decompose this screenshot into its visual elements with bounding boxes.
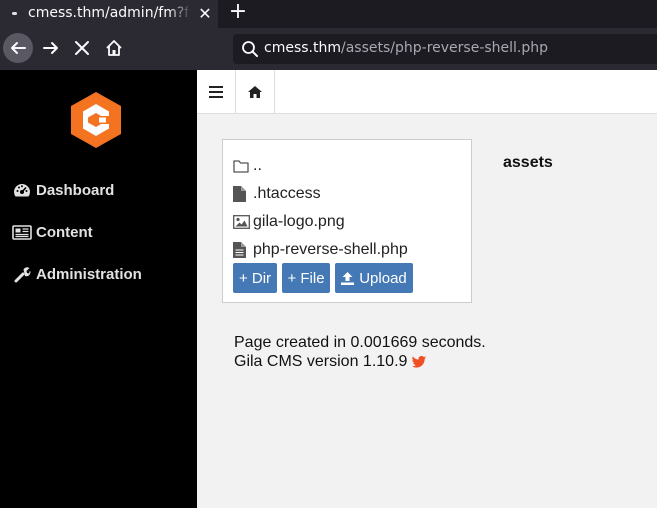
image-file-icon: [233, 215, 251, 229]
page-timing-text: Page created in 0.001669 seconds.: [234, 334, 486, 351]
url-bar[interactable]: cmess.thm/assets/php-reverse-shell.php: [233, 34, 657, 64]
cms-version-text: Gila CMS version 1.10.9: [234, 353, 427, 371]
url-host: cmess.thm: [264, 40, 341, 56]
file-icon: [233, 186, 251, 202]
forward-button[interactable]: [36, 33, 66, 63]
home-button[interactable]: [99, 33, 129, 63]
arrow-right-icon: [43, 42, 58, 54]
file-entry-name: ..: [253, 157, 262, 174]
close-icon[interactable]: ✕: [195, 4, 215, 24]
folder-icon: [233, 159, 251, 173]
sidebar-item-label: Dashboard: [36, 181, 115, 199]
upload-label: Upload: [359, 269, 407, 287]
browser-tab[interactable]: cmess.thm/admin/fm?f=assets ✕: [0, 0, 218, 28]
file-entry-php-reverse-shell[interactable]: php-reverse-shell.php: [233, 239, 408, 261]
tab-title-fade: [168, 0, 192, 28]
search-icon: [242, 41, 258, 57]
file-entry-name: gila-logo.png: [253, 213, 345, 230]
twitter-bird-icon[interactable]: [412, 356, 427, 368]
admin-sidebar: Dashboard Content Administration: [0, 70, 197, 508]
folder-title: assets: [503, 154, 553, 171]
url-path: /assets/php-reverse-shell.php: [341, 40, 549, 56]
file-manager-panel: .. .htaccess gila-logo.png php-reverse-s…: [222, 139, 472, 303]
new-file-button[interactable]: + File: [282, 263, 330, 293]
sidebar-item-label: Content: [36, 223, 93, 241]
menu-toggle-button[interactable]: [197, 70, 236, 113]
file-entry-name: php-reverse-shell.php: [253, 241, 408, 258]
home-icon: [248, 85, 262, 98]
file-entry-gila-logo[interactable]: gila-logo.png: [233, 211, 345, 233]
file-entry-parent[interactable]: ..: [233, 155, 262, 177]
sidebar-item-administration[interactable]: Administration: [12, 262, 142, 286]
home-icon: [106, 40, 122, 56]
sidebar-item-label: Administration: [36, 265, 142, 283]
browser-tab-strip: cmess.thm/admin/fm?f=assets ✕ +: [0, 0, 657, 28]
stop-x-icon: [75, 41, 89, 55]
loading-throbber-icon: [12, 12, 17, 15]
browser-toolbar: cmess.thm/assets/php-reverse-shell.php: [0, 28, 657, 70]
tab-title: cmess.thm/admin/fm?f=assets: [28, 5, 188, 21]
upload-button[interactable]: Upload: [335, 263, 413, 293]
back-button[interactable]: [3, 33, 33, 63]
admin-header: [197, 70, 657, 114]
home-link-button[interactable]: [236, 70, 275, 113]
gila-logo-icon[interactable]: [66, 90, 126, 150]
sidebar-item-content[interactable]: Content: [12, 220, 93, 244]
arrow-left-icon: [11, 42, 26, 54]
hamburger-menu-icon: [209, 85, 223, 98]
file-entry-name: .htaccess: [253, 185, 321, 202]
cms-version-label: Gila CMS version 1.10.9: [234, 353, 408, 370]
plus-icon[interactable]: +: [226, 1, 250, 25]
upload-icon: [341, 271, 355, 285]
new-dir-button[interactable]: + Dir: [233, 263, 277, 293]
stop-button[interactable]: [67, 33, 97, 63]
wrench-icon: [12, 266, 32, 283]
text-file-icon: [233, 242, 251, 258]
sidebar-item-dashboard[interactable]: Dashboard: [12, 178, 114, 202]
url-text: cmess.thm/assets/php-reverse-shell.php: [264, 40, 548, 56]
dashboard-gauge-icon: [12, 182, 32, 198]
newspaper-icon: [12, 224, 32, 240]
file-entry-htaccess[interactable]: .htaccess: [233, 183, 321, 205]
